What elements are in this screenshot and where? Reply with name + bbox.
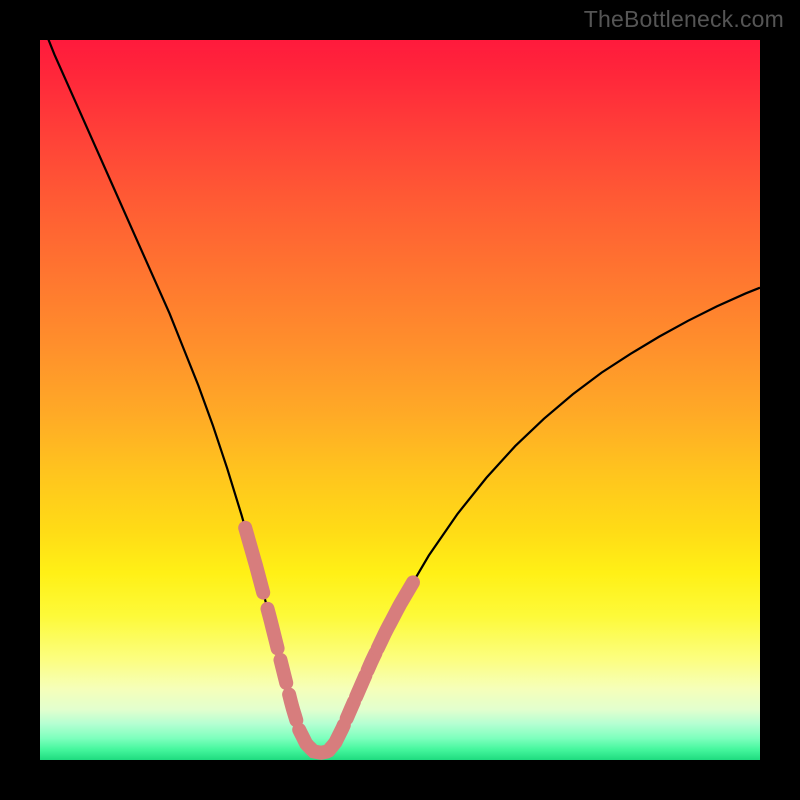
highlight-segment [347, 702, 354, 719]
highlight-group [245, 528, 413, 753]
highlight-segment [334, 725, 344, 744]
curve-svg [40, 40, 760, 760]
highlight-segment [268, 609, 278, 649]
highlight-segment [368, 653, 376, 670]
bottleneck-curve [40, 18, 760, 752]
highlight-segment [245, 528, 263, 593]
watermark-text: TheBottleneck.com [584, 6, 784, 33]
highlight-segment [280, 660, 286, 683]
highlight-segment [356, 675, 365, 697]
highlight-segment [289, 694, 296, 720]
chart-frame: TheBottleneck.com [0, 0, 800, 800]
plot-area [40, 40, 760, 760]
highlight-segment [378, 582, 413, 648]
